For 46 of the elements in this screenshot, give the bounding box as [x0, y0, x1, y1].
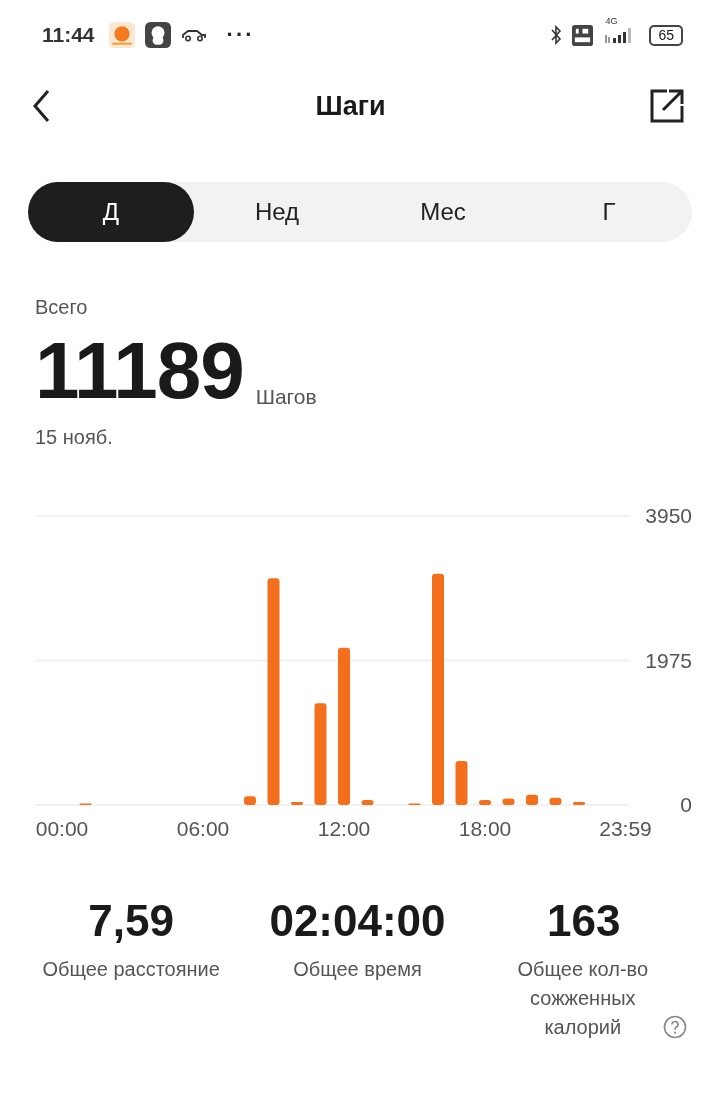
bar	[79, 803, 92, 806]
date-label: 15 нояб.	[35, 426, 114, 449]
status-time: 11:44	[42, 23, 95, 47]
x-tick-label: 06:00	[176, 817, 230, 840]
bar	[291, 802, 303, 805]
y-tick-label: 1975	[645, 648, 692, 672]
period-tab[interactable]: Мес	[360, 182, 526, 242]
help-icon[interactable]	[662, 1015, 687, 1039]
total-steps: 11189	[35, 333, 244, 409]
y-tick-label: 0	[680, 793, 692, 816]
stat-label: Общее расстояние	[42, 957, 220, 982]
battery-indicator: 65	[649, 24, 683, 46]
bar	[479, 799, 491, 805]
share-icon[interactable]	[649, 88, 685, 124]
steps-unit: Шагов	[255, 385, 317, 409]
total-label: Всего	[35, 296, 89, 319]
period-tab[interactable]: Г	[526, 182, 692, 242]
bar	[573, 802, 585, 805]
page-title: Шаги	[315, 90, 386, 122]
more-notifications: ···	[226, 22, 255, 48]
bluetooth-icon	[550, 25, 563, 45]
stat-value: 163	[547, 895, 621, 947]
network-type: 4G	[605, 16, 618, 26]
bar	[455, 761, 468, 805]
y-tick-label: 3950	[645, 504, 692, 527]
bar	[526, 794, 538, 805]
x-tick-label: 12:00	[317, 817, 371, 840]
stat-value: 7,59	[88, 895, 174, 947]
app-icon	[108, 22, 135, 48]
x-tick-label: 00:00	[35, 817, 89, 840]
app-icon	[144, 22, 171, 48]
period-tab[interactable]: Д	[28, 182, 194, 242]
stat-label: Общее время	[293, 957, 422, 982]
x-tick-label: 23:59	[599, 817, 652, 840]
stat-value: 02:04:00	[269, 895, 446, 947]
bar	[408, 803, 421, 806]
bar	[361, 799, 374, 805]
bar	[244, 796, 256, 805]
stat-label: Общее кол-во сожженных калорий	[516, 957, 650, 1040]
period-tab[interactable]: Нед	[194, 182, 360, 242]
bar	[549, 797, 562, 805]
car-icon	[180, 28, 207, 42]
bar	[502, 798, 515, 805]
back-icon[interactable]	[32, 89, 52, 123]
volte-icon	[572, 24, 594, 46]
x-tick-label: 18:00	[458, 817, 512, 840]
